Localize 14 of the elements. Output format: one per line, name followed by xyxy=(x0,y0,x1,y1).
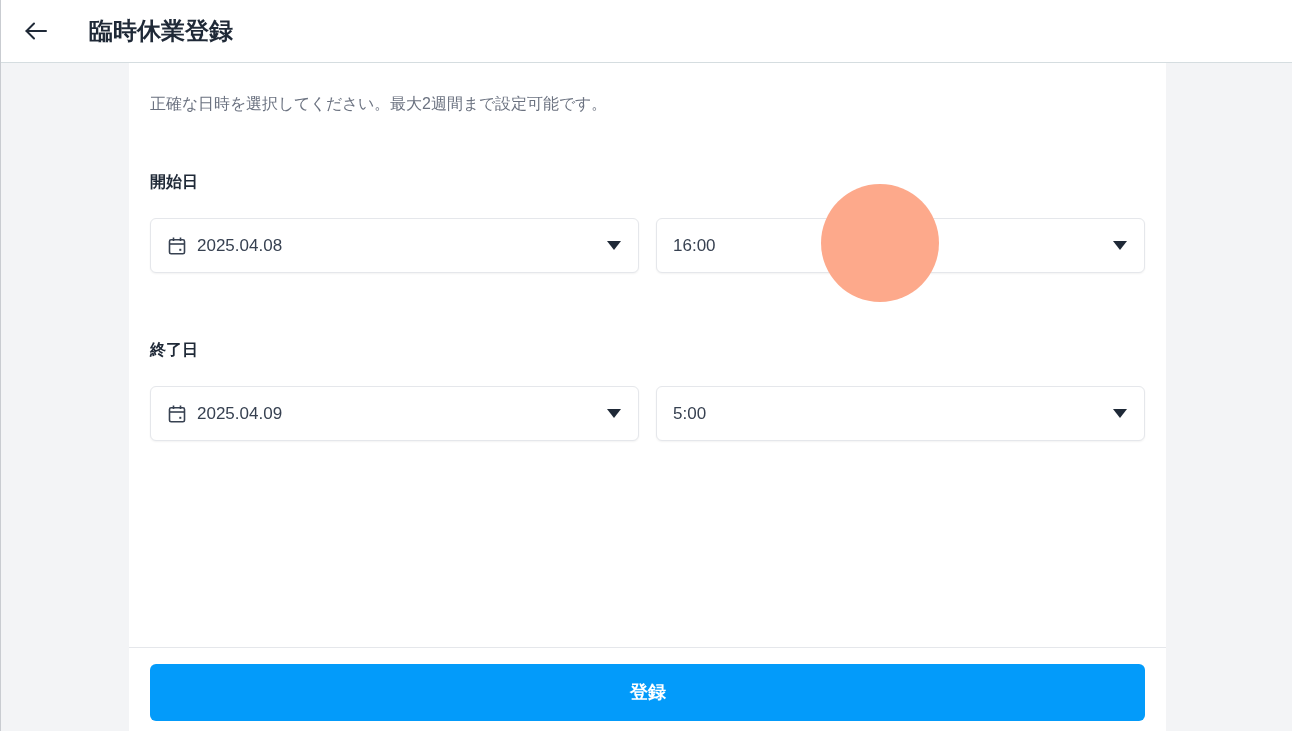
calendar-icon xyxy=(167,235,187,256)
instruction-text: 正確な日時を選択してください。最大2週間まで設定可能です。 xyxy=(150,94,608,114)
caret-icon xyxy=(1113,241,1127,250)
field-label: 開始日 xyxy=(150,172,199,192)
caret-icon xyxy=(607,241,621,250)
date-select[interactable]: 2025.04.08 xyxy=(150,218,639,273)
caret-icon xyxy=(1113,409,1127,418)
time-select[interactable]: 5:00 xyxy=(656,386,1145,441)
back-arrow-icon[interactable] xyxy=(25,22,47,40)
caret-icon xyxy=(607,409,621,418)
field-label: 終了日 xyxy=(150,340,199,360)
date-select[interactable]: 2025.04.09 xyxy=(150,386,639,441)
calendar-icon xyxy=(167,403,187,424)
page-title: 臨時休業登録 xyxy=(89,19,233,43)
